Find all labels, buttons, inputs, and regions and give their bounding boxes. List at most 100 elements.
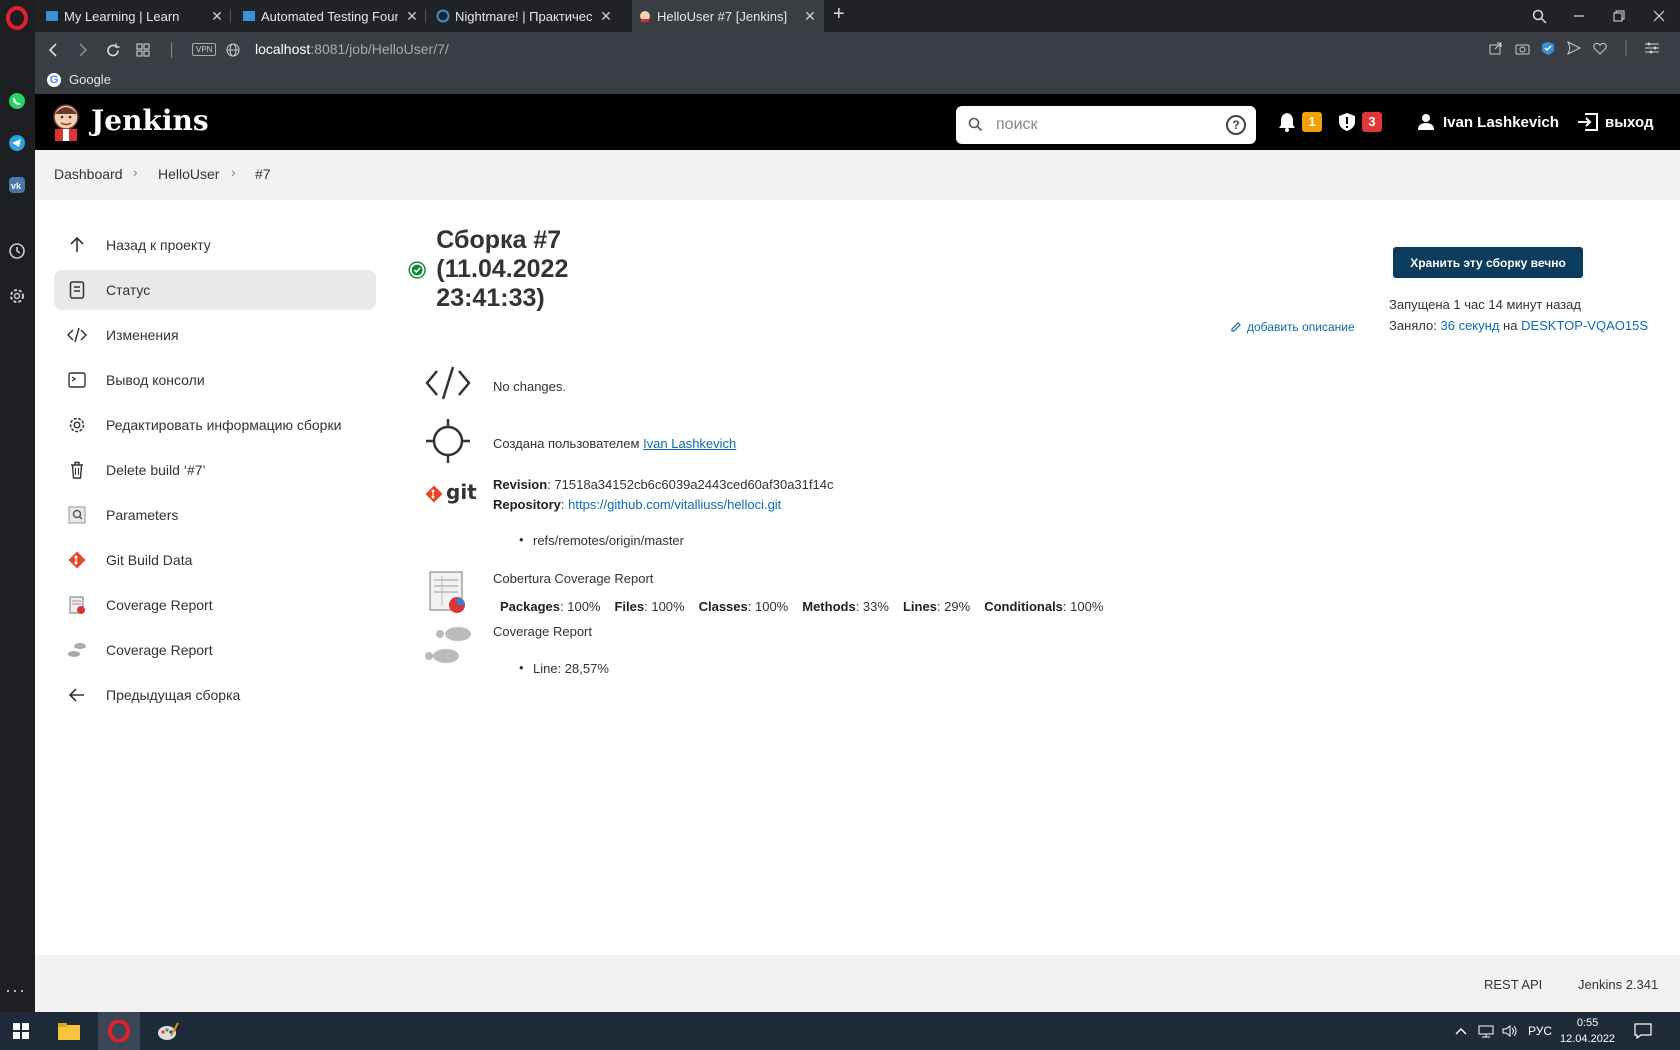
- page-title: Сборка #7 (11.04.2022 23:41:33): [436, 226, 569, 312]
- new-tab-button[interactable]: +: [833, 3, 845, 26]
- bookmark-bar: G Google: [35, 68, 1680, 94]
- heart-icon[interactable]: [1592, 40, 1608, 56]
- close-icon[interactable]: ✕: [598, 8, 614, 25]
- logout-button[interactable]: выход: [1577, 94, 1654, 150]
- search-tabs-icon[interactable]: [1519, 0, 1559, 32]
- breadcrumb: Dashboard › HelloUser › #7: [35, 150, 1680, 200]
- sidebar-item-git-build-data[interactable]: Git Build Data: [54, 540, 376, 580]
- url-field[interactable]: localhost:8081/job/HelloUser/7/: [255, 41, 449, 57]
- keep-build-forever-button[interactable]: Хранить эту сборку вечно: [1393, 247, 1583, 278]
- breadcrumb-dashboard[interactable]: Dashboard: [54, 166, 123, 182]
- tab-jenkins[interactable]: HelloUser #7 [Jenkins] ✕: [632, 0, 824, 32]
- git-label: git: [446, 480, 477, 504]
- input-language[interactable]: РУС: [1528, 1012, 1552, 1050]
- url-host: localhost: [255, 41, 311, 57]
- tab-nightmare[interactable]: Nightmare! | Практически ✕: [430, 0, 620, 32]
- share-icon[interactable]: [1488, 40, 1504, 56]
- sidebar-item-cobertura-report[interactable]: Coverage Report: [54, 585, 376, 625]
- security-button[interactable]: 3: [1338, 94, 1382, 150]
- file-explorer-icon[interactable]: [48, 1012, 90, 1050]
- windows-start-icon[interactable]: [0, 1012, 42, 1050]
- easy-setup-icon[interactable]: [1644, 40, 1660, 56]
- sidebar-item-label: Статус: [106, 282, 151, 298]
- build-started-time: Запущена 1 час 14 минут назад: [1389, 297, 1581, 312]
- sidebar-item-changes[interactable]: Изменения: [54, 315, 376, 355]
- notifications-button[interactable]: 1: [1278, 94, 1322, 150]
- jenkins-title[interactable]: Jenkins: [91, 104, 209, 137]
- minimize-button[interactable]: [1559, 0, 1599, 32]
- more-icon[interactable]: ···: [5, 980, 26, 1001]
- duration-link[interactable]: 36 секунд: [1441, 318, 1500, 333]
- search-input[interactable]: [996, 114, 1216, 136]
- shield-icon: [1339, 113, 1355, 131]
- tab-my-learning[interactable]: My Learning | Learn ✕: [39, 0, 231, 32]
- adblock-shield-icon[interactable]: [1540, 40, 1556, 56]
- breadcrumb-build[interactable]: #7: [255, 166, 271, 182]
- tab-automated-testing[interactable]: Automated Testing Founda ✕: [236, 0, 426, 32]
- sidebar-item-label: Предыдущая сборка: [106, 687, 241, 703]
- sidebar-item-previous-build[interactable]: Предыдущая сборка: [54, 675, 376, 715]
- network-icon[interactable]: [1478, 1012, 1494, 1050]
- vpn-badge[interactable]: VPN: [192, 43, 217, 56]
- bookmark-google[interactable]: G Google: [47, 72, 111, 87]
- speed-dial-icon[interactable]: [131, 38, 155, 62]
- tray-chevron-icon[interactable]: [1455, 1012, 1467, 1050]
- rest-api-link[interactable]: REST API: [1484, 977, 1542, 992]
- jenkins-logo-icon[interactable]: [51, 102, 81, 142]
- sidebar-item-label: Coverage Report: [106, 642, 213, 658]
- breadcrumb-hellouser[interactable]: HelloUser: [158, 166, 219, 182]
- opera-logo-icon[interactable]: [6, 6, 28, 30]
- sidebar-item-parameters[interactable]: Parameters: [54, 495, 376, 535]
- sidebar-item-status[interactable]: Статус: [54, 270, 376, 310]
- repository-link[interactable]: https://github.com/vitalliuss/helloci.gi…: [568, 497, 781, 512]
- changes-icon: [425, 365, 471, 406]
- agent-link[interactable]: DESKTOP-VQAO15S: [1521, 318, 1648, 333]
- paint-taskbar-icon[interactable]: [147, 1012, 189, 1050]
- close-icon[interactable]: ✕: [209, 8, 225, 25]
- telegram-icon[interactable]: [6, 132, 28, 154]
- user-menu[interactable]: Ivan Lashkevich: [1417, 94, 1559, 150]
- volume-icon[interactable]: [1502, 1012, 1518, 1050]
- cobertura-report-link[interactable]: Cobertura Coverage Report: [493, 571, 653, 586]
- svg-text:vk: vk: [11, 181, 22, 191]
- opera-taskbar-icon[interactable]: [98, 1012, 140, 1050]
- sidebar-item-delete-build[interactable]: Delete build ‘#7’: [54, 450, 376, 490]
- jenkins-version[interactable]: Jenkins 2.341: [1578, 977, 1658, 992]
- jenkins-favicon-icon: [640, 11, 650, 22]
- close-icon[interactable]: ✕: [802, 8, 818, 25]
- globe-icon[interactable]: [221, 38, 245, 62]
- sidebar-item-edit-build-info[interactable]: Редактировать информацию сборки: [54, 405, 376, 445]
- clock-date: 12.04.2022: [1560, 1033, 1616, 1045]
- parameters-icon: [66, 504, 88, 526]
- help-icon[interactable]: ?: [1226, 115, 1246, 135]
- sidebar-item-coverage-report[interactable]: Coverage Report: [54, 630, 376, 670]
- send-icon[interactable]: [1566, 40, 1582, 56]
- created-by-user-link[interactable]: Ivan Lashkevich: [643, 436, 736, 451]
- arrow-left-icon: [66, 684, 88, 706]
- camera-icon[interactable]: [1514, 40, 1530, 56]
- forward-icon[interactable]: [71, 38, 95, 62]
- action-center-icon[interactable]: [1634, 1012, 1652, 1050]
- system-clock[interactable]: 0:55 12.04.2022: [1560, 1015, 1615, 1047]
- sidebar-item-label: Parameters: [106, 507, 179, 523]
- back-icon[interactable]: [41, 38, 65, 62]
- user-name: Ivan Lashkevich: [1443, 113, 1559, 131]
- revision-label: Revision: [493, 477, 548, 492]
- circle-icon: [436, 9, 450, 23]
- bell-icon: [1279, 113, 1295, 132]
- restore-button[interactable]: [1599, 0, 1639, 32]
- add-description-link[interactable]: добавить описание: [1230, 320, 1355, 334]
- history-icon[interactable]: [6, 240, 28, 262]
- git-icon: [66, 549, 88, 571]
- close-window-button[interactable]: [1639, 0, 1679, 32]
- coverage-stat-lines: Lines: 29%: [902, 599, 971, 614]
- close-icon[interactable]: ✕: [404, 8, 420, 25]
- sidebar-item-back-to-project[interactable]: Назад к проекту: [54, 225, 376, 265]
- coverage-report-link[interactable]: Coverage Report: [493, 624, 592, 639]
- vk-icon[interactable]: vk: [6, 174, 28, 196]
- build-duration: Заняло: 36 секунд на DESKTOP-VQAO15S: [1389, 318, 1648, 333]
- settings-icon[interactable]: [6, 285, 28, 307]
- reload-icon[interactable]: [101, 38, 125, 62]
- sidebar-item-console-output[interactable]: Вывод консоли: [54, 360, 376, 400]
- whatsapp-icon[interactable]: [6, 90, 28, 112]
